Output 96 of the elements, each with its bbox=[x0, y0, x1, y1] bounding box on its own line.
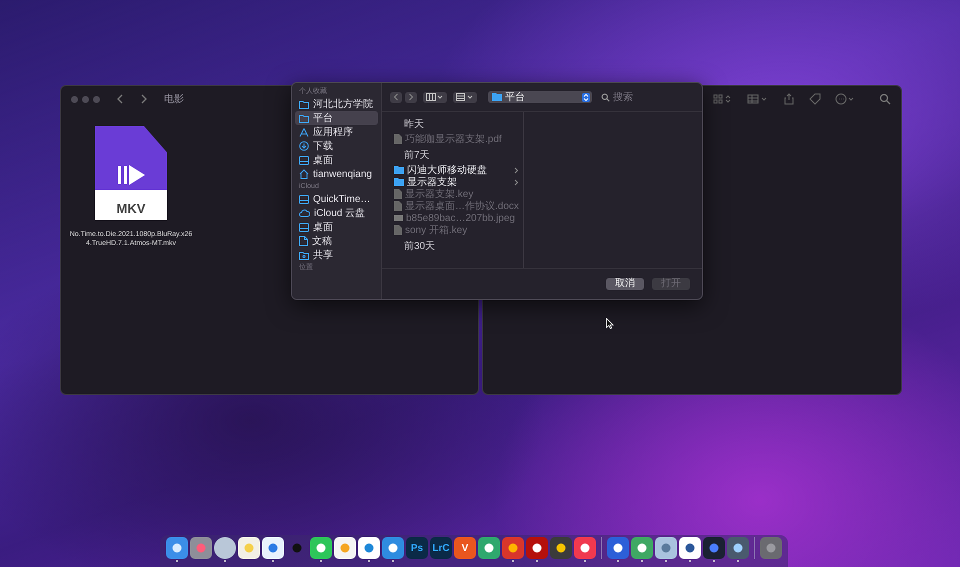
sidebar-item[interactable]: tianwenqiang bbox=[295, 167, 378, 181]
file-row[interactable]: 闪迪大师移动硬盘 bbox=[394, 164, 523, 176]
circle-icon bbox=[363, 542, 375, 554]
circle-icon bbox=[387, 542, 399, 554]
dock-app-button[interactable] bbox=[631, 537, 653, 559]
window-title: 电影 bbox=[164, 92, 184, 106]
folder-icon bbox=[492, 93, 502, 101]
circle-icon bbox=[660, 542, 672, 554]
dock-app-button[interactable] bbox=[727, 537, 749, 559]
sidebar-item[interactable]: 河北北方学院 bbox=[295, 97, 378, 111]
group-icon[interactable] bbox=[747, 94, 769, 104]
back-icon bbox=[393, 93, 399, 101]
circle-icon bbox=[243, 542, 255, 554]
sidebar-item[interactable]: 平台 bbox=[295, 111, 378, 125]
dock-app-button[interactable] bbox=[358, 537, 380, 559]
share-icon[interactable] bbox=[783, 93, 795, 105]
circle-icon bbox=[579, 542, 591, 554]
circle-icon bbox=[684, 542, 696, 554]
sidebar-item[interactable]: 共享 bbox=[295, 248, 378, 262]
dock-app-button[interactable] bbox=[607, 537, 629, 559]
circle-icon bbox=[765, 542, 777, 554]
sidebar-item[interactable]: 文稿 bbox=[295, 234, 378, 248]
circle-icon bbox=[708, 542, 720, 554]
sidebar-item[interactable]: QuickTime… bbox=[295, 192, 378, 206]
cancel-button[interactable]: 取消 bbox=[606, 278, 644, 290]
tag-icon[interactable] bbox=[809, 93, 821, 105]
circle-icon bbox=[507, 542, 519, 554]
home-icon bbox=[299, 169, 309, 179]
search-icon bbox=[601, 92, 610, 102]
search-field[interactable]: 搜索 bbox=[613, 92, 673, 102]
stepper-icon bbox=[582, 92, 590, 102]
more-icon[interactable] bbox=[835, 93, 855, 105]
play-icon bbox=[116, 163, 146, 187]
download-icon bbox=[299, 141, 309, 151]
dock-app-button[interactable] bbox=[238, 537, 260, 559]
group-heading: 前30天 bbox=[404, 241, 436, 253]
circle-icon bbox=[531, 542, 543, 554]
column-view-button[interactable] bbox=[423, 92, 447, 102]
circle-icon bbox=[171, 542, 183, 554]
dock-app-button[interactable] bbox=[214, 537, 236, 559]
dock-app-button[interactable] bbox=[478, 537, 500, 559]
icon-view-icon[interactable] bbox=[713, 94, 733, 104]
desktop-icon bbox=[299, 156, 309, 164]
image-file-icon bbox=[394, 215, 403, 221]
dock-app-button[interactable] bbox=[310, 537, 332, 559]
dock-app-button[interactable] bbox=[166, 537, 188, 559]
back-icon[interactable] bbox=[116, 94, 124, 104]
dock-app-button[interactable] bbox=[334, 537, 356, 559]
circle-icon bbox=[291, 542, 303, 554]
circle-icon bbox=[636, 542, 648, 554]
dock-app-button[interactable]: V bbox=[454, 537, 476, 559]
circle-icon bbox=[555, 542, 567, 554]
group-heading: 前7天 bbox=[404, 150, 431, 162]
file-row[interactable]: 显示器支架 bbox=[394, 176, 523, 188]
shared-folder-icon bbox=[299, 250, 309, 260]
circle-icon bbox=[612, 542, 624, 554]
forward-button[interactable] bbox=[405, 92, 417, 102]
dock-app-button[interactable] bbox=[655, 537, 677, 559]
circle-icon bbox=[339, 542, 351, 554]
sidebar-item[interactable]: 应用程序 bbox=[295, 125, 378, 139]
file-type-label: MKV bbox=[116, 201, 146, 216]
search-icon[interactable] bbox=[879, 93, 891, 105]
back-button[interactable] bbox=[390, 92, 402, 102]
document-icon bbox=[394, 225, 402, 235]
circle-icon bbox=[315, 542, 327, 554]
document-icon bbox=[394, 134, 402, 144]
circle-icon bbox=[483, 542, 495, 554]
forward-icon[interactable] bbox=[140, 94, 148, 104]
sidebar-item[interactable]: 桌面 bbox=[295, 220, 378, 234]
document-icon bbox=[299, 236, 308, 246]
cloud-icon bbox=[299, 209, 310, 217]
dock-app-button[interactable] bbox=[550, 537, 572, 559]
dock-app-button[interactable] bbox=[502, 537, 524, 559]
circle-icon bbox=[195, 542, 207, 554]
apps-icon bbox=[299, 128, 309, 136]
group-button[interactable] bbox=[453, 92, 477, 102]
dock-app-button[interactable]: LrC bbox=[430, 537, 452, 559]
circle-icon bbox=[732, 542, 744, 554]
dock-app-button[interactable] bbox=[262, 537, 284, 559]
mouse-pointer-icon bbox=[606, 318, 614, 329]
dock-app-button[interactable] bbox=[679, 537, 701, 559]
dock-app-button[interactable] bbox=[526, 537, 548, 559]
trash-button[interactable] bbox=[760, 537, 782, 559]
sidebar-item[interactable]: iCloud 云盘 bbox=[295, 206, 378, 220]
dock-app-button[interactable] bbox=[382, 537, 404, 559]
forward-icon bbox=[408, 93, 414, 101]
desktop-icon bbox=[299, 194, 309, 204]
sidebar-item[interactable]: 桌面 bbox=[295, 153, 378, 167]
group-heading: 昨天 bbox=[404, 119, 425, 131]
dock-app-button[interactable]: Ps bbox=[406, 537, 428, 559]
circle-icon bbox=[267, 542, 279, 554]
dock-app-button[interactable] bbox=[574, 537, 596, 559]
sidebar-item[interactable]: 下载 bbox=[295, 139, 378, 153]
location-dropdown[interactable]: 平台 bbox=[488, 91, 592, 103]
desktop-icon bbox=[299, 222, 309, 232]
video-file-icon[interactable]: MKV bbox=[95, 126, 167, 220]
